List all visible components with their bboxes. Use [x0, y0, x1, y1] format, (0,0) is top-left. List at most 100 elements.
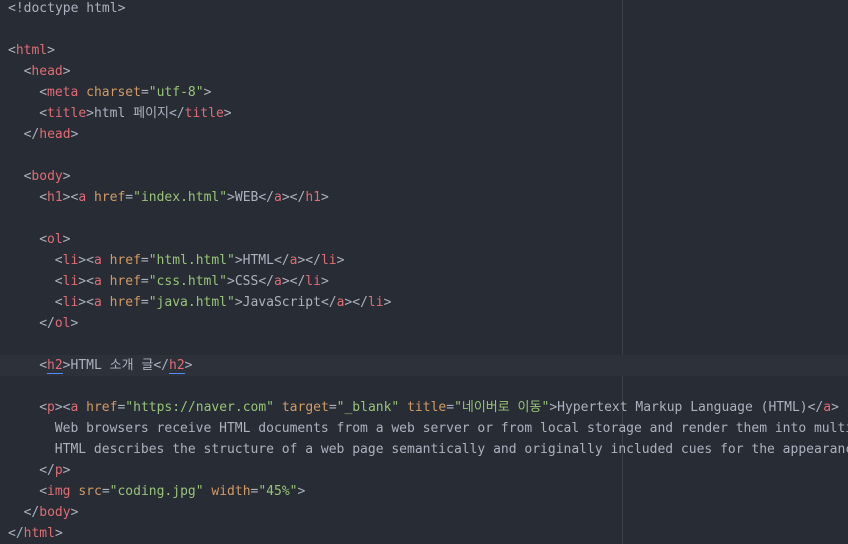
- punctuation: >: [203, 85, 212, 100]
- punctuation: </: [258, 274, 274, 289]
- punctuation: >: [320, 274, 329, 289]
- punctuation: >: [70, 505, 79, 520]
- punctuation: >: [549, 400, 558, 415]
- attribute-name: href: [109, 274, 141, 289]
- code-line[interactable]: </html>: [0, 523, 848, 544]
- tag-name: a: [93, 295, 102, 310]
- punctuation: ><: [78, 295, 94, 310]
- tag-name: title: [184, 106, 224, 121]
- punctuation: <: [39, 85, 48, 100]
- tag-name: li: [62, 295, 79, 310]
- punctuation: </: [39, 463, 55, 478]
- punctuation: </: [258, 190, 275, 205]
- tag-name: a: [78, 190, 87, 205]
- code-line[interactable]: [0, 19, 848, 40]
- punctuation: ><: [62, 190, 79, 205]
- text-content: [102, 253, 110, 268]
- tag-name: li: [305, 274, 321, 289]
- tag-name: html: [15, 43, 48, 58]
- text-content: html 페이지: [93, 106, 169, 121]
- code-line[interactable]: <h1><a href="index.html">WEB</a></h1>: [0, 187, 848, 208]
- punctuation: >: [62, 64, 71, 79]
- tag-name: h1: [47, 190, 63, 205]
- tag-name: meta: [47, 85, 79, 100]
- code-line[interactable]: <li><a href="html.html">HTML</a></li>: [0, 250, 848, 271]
- punctuation: </: [23, 127, 40, 142]
- punctuation: =: [140, 295, 149, 310]
- punctuation: ><: [54, 400, 71, 415]
- tag-name: body: [31, 169, 63, 184]
- punctuation: <: [54, 295, 63, 310]
- code-line[interactable]: <title>html 페이지</title>: [0, 103, 848, 124]
- text-content: WEB: [234, 190, 259, 205]
- attribute-value: "html.html": [148, 253, 235, 268]
- attribute-name: href: [109, 253, 141, 268]
- tag-name: a: [93, 253, 102, 268]
- tag-name: head: [31, 64, 63, 79]
- code-line[interactable]: </head>: [0, 124, 848, 145]
- tag-name: ol: [54, 316, 71, 331]
- punctuation: <: [54, 274, 63, 289]
- punctuation: </: [320, 295, 337, 310]
- code-line[interactable]: [0, 208, 848, 229]
- punctuation: >: [70, 127, 79, 142]
- code-line[interactable]: [0, 376, 848, 397]
- punctuation: =: [140, 85, 149, 100]
- code-line[interactable]: [0, 334, 848, 355]
- code-line[interactable]: <li><a href="css.html">CSS</a></li>: [0, 271, 848, 292]
- code-line[interactable]: [0, 145, 848, 166]
- punctuation: </: [39, 316, 55, 331]
- matched-tag-name: h2: [47, 358, 63, 374]
- text-content: JavaScript: [242, 295, 321, 310]
- code-line[interactable]: <html>: [0, 40, 848, 61]
- text-content: [78, 85, 86, 100]
- code-line[interactable]: </body>: [0, 502, 848, 523]
- code-line[interactable]: <body>: [0, 166, 848, 187]
- tag-name: h1: [305, 190, 321, 205]
- tag-name: p: [47, 400, 55, 415]
- punctuation: >: [223, 106, 232, 121]
- punctuation: </: [23, 505, 40, 520]
- attribute-name: charset: [86, 85, 141, 100]
- punctuation: =: [125, 190, 134, 205]
- punctuation: =: [446, 400, 455, 415]
- punctuation: ></: [344, 295, 368, 310]
- code-line[interactable]: </ol>: [0, 313, 848, 334]
- tag-name: head: [39, 127, 71, 142]
- attribute-name: src: [78, 484, 102, 499]
- punctuation: >: [234, 253, 243, 268]
- punctuation: <: [39, 400, 48, 415]
- tag-name: title: [47, 106, 87, 121]
- attribute-value: "_blank": [336, 400, 400, 415]
- code-line[interactable]: HTML describes the structure of a web pa…: [0, 439, 848, 460]
- code-line[interactable]: <head>: [0, 61, 848, 82]
- attribute-value: "css.html": [148, 274, 228, 289]
- punctuation: =: [328, 400, 337, 415]
- punctuation: =: [101, 484, 110, 499]
- punctuation: <: [39, 190, 48, 205]
- punctuation: >: [62, 169, 71, 184]
- text-content: i: [839, 400, 848, 415]
- attribute-value: "java.html": [148, 295, 235, 310]
- punctuation: </: [273, 253, 290, 268]
- code-line[interactable]: <ol>: [0, 229, 848, 250]
- code-line[interactable]: <h2>HTML 소개 글</h2>: [0, 355, 848, 376]
- punctuation: >: [297, 484, 306, 499]
- matched-tag-name: h2: [169, 358, 185, 374]
- punctuation: </: [807, 400, 824, 415]
- punctuation: <: [54, 253, 63, 268]
- code-line[interactable]: <img src="coding.jpg" width="45%">: [0, 481, 848, 502]
- code-editor[interactable]: <!doctype html> <html> <head> <meta charset…: [0, 0, 848, 544]
- code-line[interactable]: <!doctype html>: [0, 0, 848, 19]
- attribute-value: "utf-8": [148, 85, 204, 100]
- text-content: Web browsers receive HTML documents from…: [54, 421, 848, 436]
- tag-name: a: [273, 274, 282, 289]
- code-line[interactable]: <meta charset="utf-8">: [0, 82, 848, 103]
- code-line[interactable]: </p>: [0, 460, 848, 481]
- punctuation: >: [234, 295, 243, 310]
- code-line[interactable]: Web browsers receive HTML documents from…: [0, 418, 848, 439]
- punctuation: =: [140, 274, 149, 289]
- code-line[interactable]: <li><a href="java.html">JavaScript</a></…: [0, 292, 848, 313]
- attribute-value: "index.html": [133, 190, 228, 205]
- code-line[interactable]: <p><a href="https://naver.com" target="_…: [0, 397, 848, 418]
